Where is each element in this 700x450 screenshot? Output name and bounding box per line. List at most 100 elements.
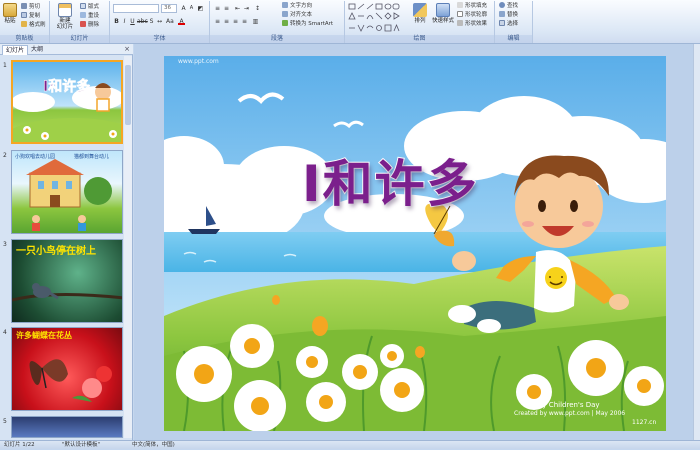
select-button[interactable]: 选择 xyxy=(499,20,518,28)
align-text-button[interactable]: 对齐文本 xyxy=(282,11,312,19)
paste-icon xyxy=(3,3,17,17)
quick-styles-button[interactable]: 快速样式 xyxy=(431,3,455,24)
editing-group: 查找 替换 选择 编辑 xyxy=(495,1,533,43)
panel-scrollbar[interactable] xyxy=(124,56,132,438)
clipboard-group: 粘贴 剪切 复制 格式刷 剪贴板 xyxy=(0,1,50,43)
slide-number: 2 xyxy=(3,152,7,159)
slide-editor: www.ppt.com I和许多 Happy Children's Day Cr… xyxy=(134,44,700,440)
increase-indent-button[interactable]: ⇥ xyxy=(243,5,250,12)
shadow-button[interactable]: S xyxy=(148,18,155,25)
select-icon xyxy=(499,20,505,26)
thumb-1-title: I和许多 xyxy=(43,79,91,96)
clipboard-group-label: 剪贴板 xyxy=(0,35,49,43)
grow-font-button[interactable]: A xyxy=(180,5,187,12)
line-spacing-button[interactable]: ↕ xyxy=(254,5,261,12)
panel-tabs: 幻灯片 大纲 × xyxy=(0,44,133,55)
slides-group-label: 幻灯片 xyxy=(50,35,109,43)
slide-thumbnail-4[interactable]: 许多蝴蝶在花丛 xyxy=(11,327,123,411)
drawing-group: 排列 快速样式 形状填充 形状轮廓 形状效果 绘图 xyxy=(345,1,495,43)
align-right-button[interactable]: ≡ xyxy=(232,18,239,25)
slide-thumbnail-3[interactable]: 一只小鸟停在树上 xyxy=(11,239,123,323)
editor-scrollbar[interactable] xyxy=(693,44,700,440)
slide-number: 4 xyxy=(3,329,7,336)
effects-icon xyxy=(457,20,463,26)
numbering-button[interactable]: ≡ xyxy=(223,5,230,12)
replace-icon xyxy=(499,11,505,17)
shape-effects-button[interactable]: 形状效果 xyxy=(457,20,487,28)
slide-thumbnail-5[interactable] xyxy=(11,416,123,438)
slide-number: 3 xyxy=(3,241,7,248)
shapes-gallery[interactable] xyxy=(348,3,400,33)
align-center-button[interactable]: ≡ xyxy=(223,18,230,25)
layout-icon xyxy=(80,3,86,9)
thumb-1-scene xyxy=(13,83,121,142)
slide-title[interactable]: I和许多 xyxy=(301,144,479,216)
scissors-icon xyxy=(21,3,27,9)
text-direction-button[interactable]: 文字方向 xyxy=(282,2,312,10)
font-name-field[interactable] xyxy=(113,4,159,13)
clear-format-button[interactable]: ◩ xyxy=(197,5,204,12)
brush-icon xyxy=(21,21,27,27)
convert-smartart-button[interactable]: 转换为 SmartArt xyxy=(282,20,333,28)
ribbon: 粘贴 剪切 复制 格式刷 剪贴板 新建 幻灯片 版式 重设 删除 幻灯片 36 … xyxy=(0,0,700,44)
quick-styles-icon xyxy=(436,3,450,17)
shrink-font-button[interactable]: A xyxy=(188,5,195,12)
slide-number: 1 xyxy=(3,62,7,69)
find-icon xyxy=(499,2,505,8)
thumb-4-title: 许多蝴蝶在花丛 xyxy=(16,331,72,340)
align-left-button[interactable]: ≡ xyxy=(214,18,221,25)
slide-thumbnail-2[interactable]: 小狗欢唱去动儿园 猫都到舞台动儿 xyxy=(11,150,123,234)
font-color-button[interactable]: A xyxy=(178,18,185,25)
decrease-indent-button[interactable]: ⇤ xyxy=(234,5,241,12)
slide-thumbnail-1[interactable]: I和许多 xyxy=(11,60,123,144)
paragraph-group: ≡ ≡ ⇤ ⇥ ↕ ≡ ≡ ≡ ≡ ▥ 文字方向 对齐文本 转换为 SmartA… xyxy=(210,1,345,43)
new-slide-button[interactable]: 新建 幻灯片 xyxy=(55,3,75,30)
arrange-icon xyxy=(413,3,427,17)
align-text-icon xyxy=(282,11,288,17)
copy-button[interactable]: 复制 xyxy=(21,12,40,20)
font-group-label: 字体 xyxy=(110,35,209,43)
format-painter-button[interactable]: 格式刷 xyxy=(21,21,46,29)
layout-button[interactable]: 版式 xyxy=(80,3,99,11)
strikethrough-button[interactable]: abc xyxy=(137,18,148,25)
editing-group-label: 编辑 xyxy=(495,35,532,43)
slide-number: 5 xyxy=(3,418,7,425)
slides-group: 新建 幻灯片 版式 重设 删除 幻灯片 xyxy=(50,1,110,43)
slide-credit-line-3: 1127.cn xyxy=(632,419,657,426)
paragraph-group-label: 段落 xyxy=(210,35,344,43)
shape-fill-button[interactable]: 形状填充 xyxy=(457,2,487,10)
bold-button[interactable]: B xyxy=(113,18,120,25)
shape-outline-button[interactable]: 形状轮廓 xyxy=(457,11,487,19)
tab-outline[interactable]: 大纲 xyxy=(28,45,46,55)
delete-slide-button[interactable]: 删除 xyxy=(80,21,99,29)
thumb-2-caption-left: 小狗欢唱去动儿园 xyxy=(15,154,56,160)
arrange-button[interactable]: 排列 xyxy=(411,3,429,24)
replace-button[interactable]: 替换 xyxy=(499,11,518,19)
cut-button[interactable]: 剪切 xyxy=(21,3,40,11)
slide-canvas[interactable]: www.ppt.com I和许多 Happy Children's Day Cr… xyxy=(164,56,666,431)
thumb-2-scene xyxy=(26,159,112,231)
font-group: 36 A A ◩ B I U abc S ↔ Aa A 字体 xyxy=(110,1,210,43)
slide-credit-line-1: Happy Children's Day xyxy=(524,401,600,409)
tab-slides[interactable]: 幻灯片 xyxy=(2,45,29,55)
underline-button[interactable]: U xyxy=(129,18,136,25)
find-button[interactable]: 查找 xyxy=(499,2,518,10)
drawing-group-label: 绘图 xyxy=(345,35,494,43)
close-icon[interactable]: × xyxy=(124,45,130,53)
reset-button[interactable]: 重设 xyxy=(80,12,99,20)
char-spacing-button[interactable]: ↔ xyxy=(156,18,163,25)
change-case-button[interactable]: Aa xyxy=(166,18,174,25)
delete-icon xyxy=(80,21,86,27)
panel-scroll-thumb[interactable] xyxy=(125,65,131,125)
italic-button[interactable]: I xyxy=(121,18,128,25)
bullets-button[interactable]: ≡ xyxy=(214,5,221,12)
justify-button[interactable]: ≡ xyxy=(241,18,248,25)
font-size-field[interactable]: 36 xyxy=(161,4,177,13)
status-bar: 幻灯片 1/22 "默认设计模板" 中文(简体，中国) xyxy=(0,440,700,449)
copy-icon xyxy=(21,12,27,18)
thumb-2-caption-right: 猫都到舞台动儿 xyxy=(74,154,110,160)
text-direction-icon xyxy=(282,2,288,8)
paste-button[interactable]: 粘贴 xyxy=(2,3,18,24)
new-slide-icon xyxy=(58,3,72,17)
columns-button[interactable]: ▥ xyxy=(252,18,259,25)
